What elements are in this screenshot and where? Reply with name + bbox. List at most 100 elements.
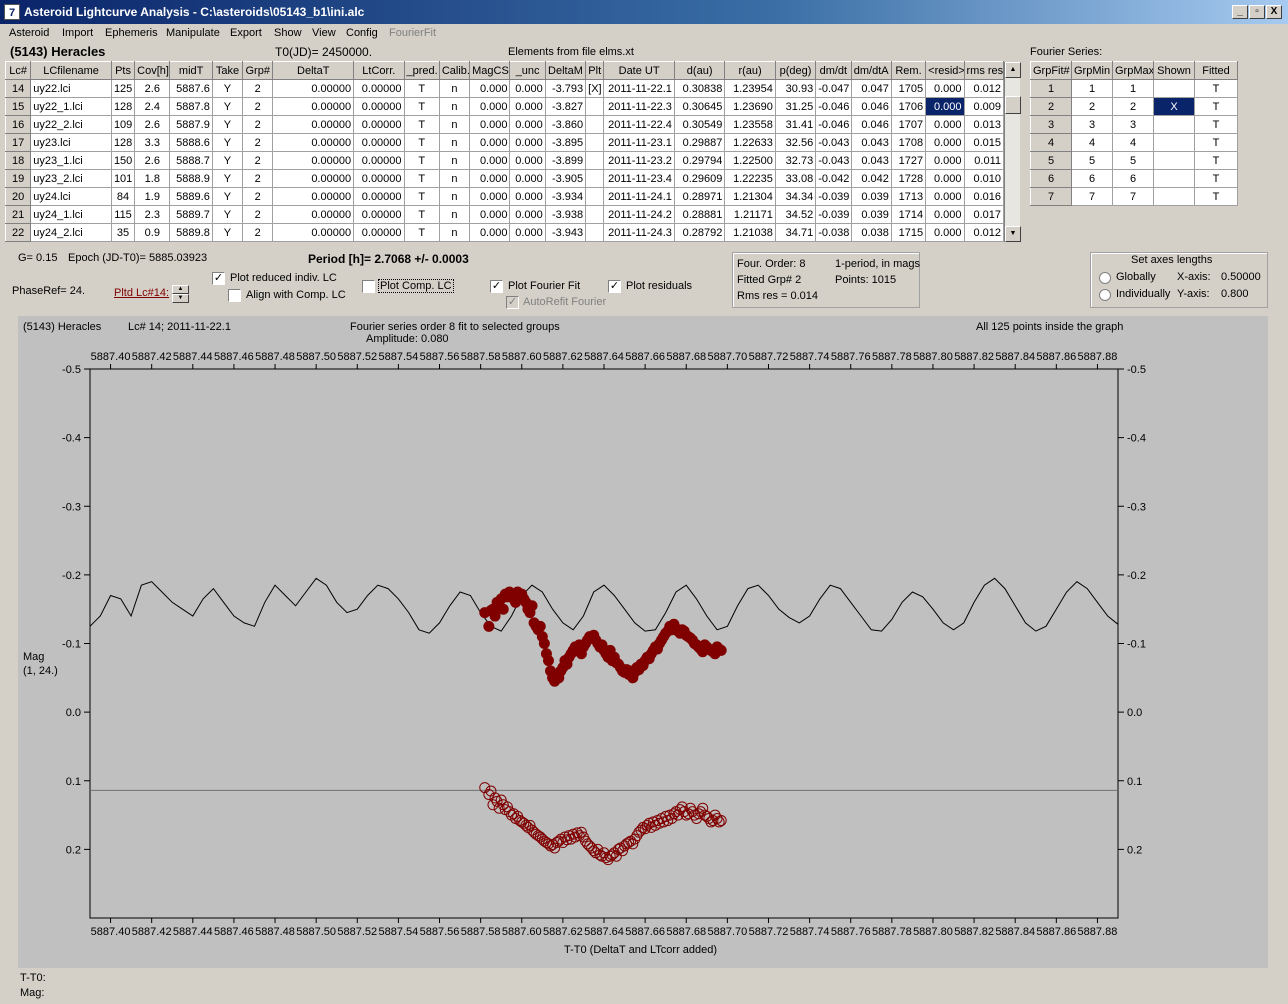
- table-cell[interactable]: 1.22500: [724, 151, 776, 170]
- table-cell[interactable]: 2011-11-22.3: [603, 97, 675, 116]
- table-cell[interactable]: n: [438, 133, 471, 152]
- table-cell[interactable]: 0.30645: [673, 97, 726, 116]
- table-cell[interactable]: -0.043: [815, 133, 852, 152]
- lc-column-header[interactable]: d(au): [673, 61, 726, 80]
- lc-column-header[interactable]: midT: [169, 61, 213, 80]
- y-axis-value[interactable]: 0.800: [1221, 288, 1249, 300]
- table-cell[interactable]: [1153, 115, 1195, 134]
- table-cell[interactable]: 3: [1030, 115, 1072, 134]
- table-cell[interactable]: 2: [1071, 97, 1113, 116]
- table-row[interactable]: 444T: [1030, 133, 1238, 152]
- table-cell[interactable]: -3.860: [544, 115, 587, 134]
- scroll-up-button[interactable]: ▲: [1005, 62, 1021, 78]
- table-cell[interactable]: 2011-11-24.1: [603, 187, 675, 206]
- table-cell[interactable]: 0.015: [963, 133, 1004, 152]
- table-cell[interactable]: 2011-11-23.2: [603, 151, 675, 170]
- table-cell[interactable]: 0.000: [925, 97, 965, 116]
- lc-column-header[interactable]: dm/dtA: [850, 61, 892, 80]
- table-cell[interactable]: T: [403, 97, 440, 116]
- table-scrollbar[interactable]: ▲ ▼: [1004, 62, 1021, 242]
- table-cell[interactable]: 6: [1071, 169, 1113, 188]
- table-cell[interactable]: 1707: [890, 115, 927, 134]
- table-cell[interactable]: -0.039: [815, 205, 852, 224]
- table-cell[interactable]: -3.943: [544, 223, 587, 242]
- table-cell[interactable]: 5888.7: [169, 151, 213, 170]
- table-cell[interactable]: 128: [110, 97, 136, 116]
- table-cell[interactable]: 1728: [890, 169, 927, 188]
- table-cell[interactable]: -3.827: [544, 97, 587, 116]
- menu-import[interactable]: Import: [62, 27, 93, 39]
- table-row[interactable]: 18 uy23_1.lci 150 2.6 5888.7 Y 2 0.00000 0.00000…: [4, 151, 1004, 170]
- globally-radio[interactable]: [1099, 272, 1111, 284]
- table-cell[interactable]: 0.042: [850, 169, 892, 188]
- table-cell[interactable]: -0.042: [815, 169, 852, 188]
- table-cell[interactable]: 0.00000: [272, 115, 355, 134]
- table-cell[interactable]: 1727: [890, 151, 927, 170]
- table-cell[interactable]: 0.000: [509, 151, 546, 170]
- table-cell[interactable]: 1714: [890, 205, 927, 224]
- table-row[interactable]: 15 uy22_1.lci 128 2.4 5887.8 Y 2 0.00000 0.00000…: [4, 97, 1004, 116]
- table-cell[interactable]: 5: [1071, 151, 1113, 170]
- table-cell[interactable]: 0.28881: [673, 205, 726, 224]
- table-cell[interactable]: 0.000: [925, 151, 965, 170]
- table-cell[interactable]: 0.00000: [353, 205, 405, 224]
- table-cell[interactable]: 115: [110, 205, 136, 224]
- fourier-column-header[interactable]: Shown: [1153, 61, 1195, 80]
- table-cell[interactable]: 0.000: [925, 223, 965, 242]
- table-cell[interactable]: X: [1153, 97, 1195, 116]
- table-cell[interactable]: 0.000: [469, 79, 511, 98]
- table-cell[interactable]: 0.000: [469, 223, 511, 242]
- table-cell[interactable]: 0.00000: [272, 169, 355, 188]
- table-cell[interactable]: 34.52: [774, 205, 817, 224]
- table-cell[interactable]: -3.938: [544, 205, 587, 224]
- table-cell[interactable]: [1153, 133, 1195, 152]
- table-cell[interactable]: 2011-11-24.2: [603, 205, 675, 224]
- table-cell[interactable]: [585, 115, 605, 134]
- scroll-thumb[interactable]: [1005, 96, 1021, 114]
- table-cell[interactable]: 0.000: [509, 187, 546, 206]
- lc-column-header[interactable]: rms res: [963, 61, 1004, 80]
- table-cell[interactable]: 0.29794: [673, 151, 726, 170]
- lc-column-header[interactable]: Take: [211, 61, 244, 80]
- table-cell[interactable]: 6: [1030, 169, 1072, 188]
- table-cell[interactable]: -3.899: [544, 151, 587, 170]
- table-cell[interactable]: 2: [242, 97, 274, 116]
- table-cell[interactable]: 0.00000: [353, 169, 405, 188]
- table-cell[interactable]: n: [438, 97, 471, 116]
- lc-column-header[interactable]: Calib.: [438, 61, 471, 80]
- lc-column-header[interactable]: _pred.: [403, 61, 440, 80]
- table-cell[interactable]: 7: [1071, 187, 1113, 206]
- table-cell[interactable]: -0.038: [815, 223, 852, 242]
- table-cell[interactable]: 6: [1112, 169, 1154, 188]
- table-cell[interactable]: 1.21171: [724, 205, 776, 224]
- table-cell[interactable]: 20: [4, 187, 32, 206]
- table-cell[interactable]: 0.000: [469, 169, 511, 188]
- menu-export[interactable]: Export: [230, 27, 262, 39]
- table-cell[interactable]: 2: [242, 133, 274, 152]
- table-row[interactable]: 20 uy24.lci 84 1.9 5889.6 Y 2 0.00000 0.00000 Tn 0…: [4, 187, 1004, 206]
- lightcurve-plot[interactable]: 5887.40 5887.42 5887.44 5887.46 5887.48 5887.…: [18, 316, 1268, 968]
- menu-config[interactable]: Config: [346, 27, 378, 39]
- table-row[interactable]: 16 uy22_2.lci 109 2.6 5887.9 Y 2 0.00000 0.00000…: [4, 115, 1004, 134]
- table-cell[interactable]: 2: [242, 205, 274, 224]
- table-cell[interactable]: 5889.8: [169, 223, 213, 242]
- lc-column-header[interactable]: p(deg): [774, 61, 817, 80]
- minimize-button[interactable]: _: [1232, 5, 1248, 19]
- table-row[interactable]: 17 uy23.lci 128 3.3 5888.6 Y 2 0.00000 0.00000 Tn…: [4, 133, 1004, 152]
- table-cell[interactable]: Y: [211, 79, 244, 98]
- table-row[interactable]: 19 uy23_2.lci 101 1.8 5888.9 Y 2 0.00000 0.00000…: [4, 169, 1004, 188]
- table-cell[interactable]: T: [403, 151, 440, 170]
- menu-ephemeris[interactable]: Ephemeris: [105, 27, 158, 39]
- lc-column-header[interactable]: dm/dt: [815, 61, 852, 80]
- menu-show[interactable]: Show: [274, 27, 302, 39]
- table-cell[interactable]: [X]: [585, 79, 605, 98]
- table-cell[interactable]: [585, 223, 605, 242]
- table-cell[interactable]: 0.30549: [673, 115, 726, 134]
- fourier-column-header[interactable]: GrpMin: [1071, 61, 1113, 80]
- table-cell[interactable]: uy23_2.lci: [30, 169, 112, 188]
- table-cell[interactable]: 2011-11-23.4: [603, 169, 675, 188]
- lc-column-header[interactable]: Lc#: [4, 61, 32, 80]
- table-cell[interactable]: 0.000: [925, 133, 965, 152]
- table-cell[interactable]: 1.22235: [724, 169, 776, 188]
- table-cell[interactable]: 0.047: [850, 79, 892, 98]
